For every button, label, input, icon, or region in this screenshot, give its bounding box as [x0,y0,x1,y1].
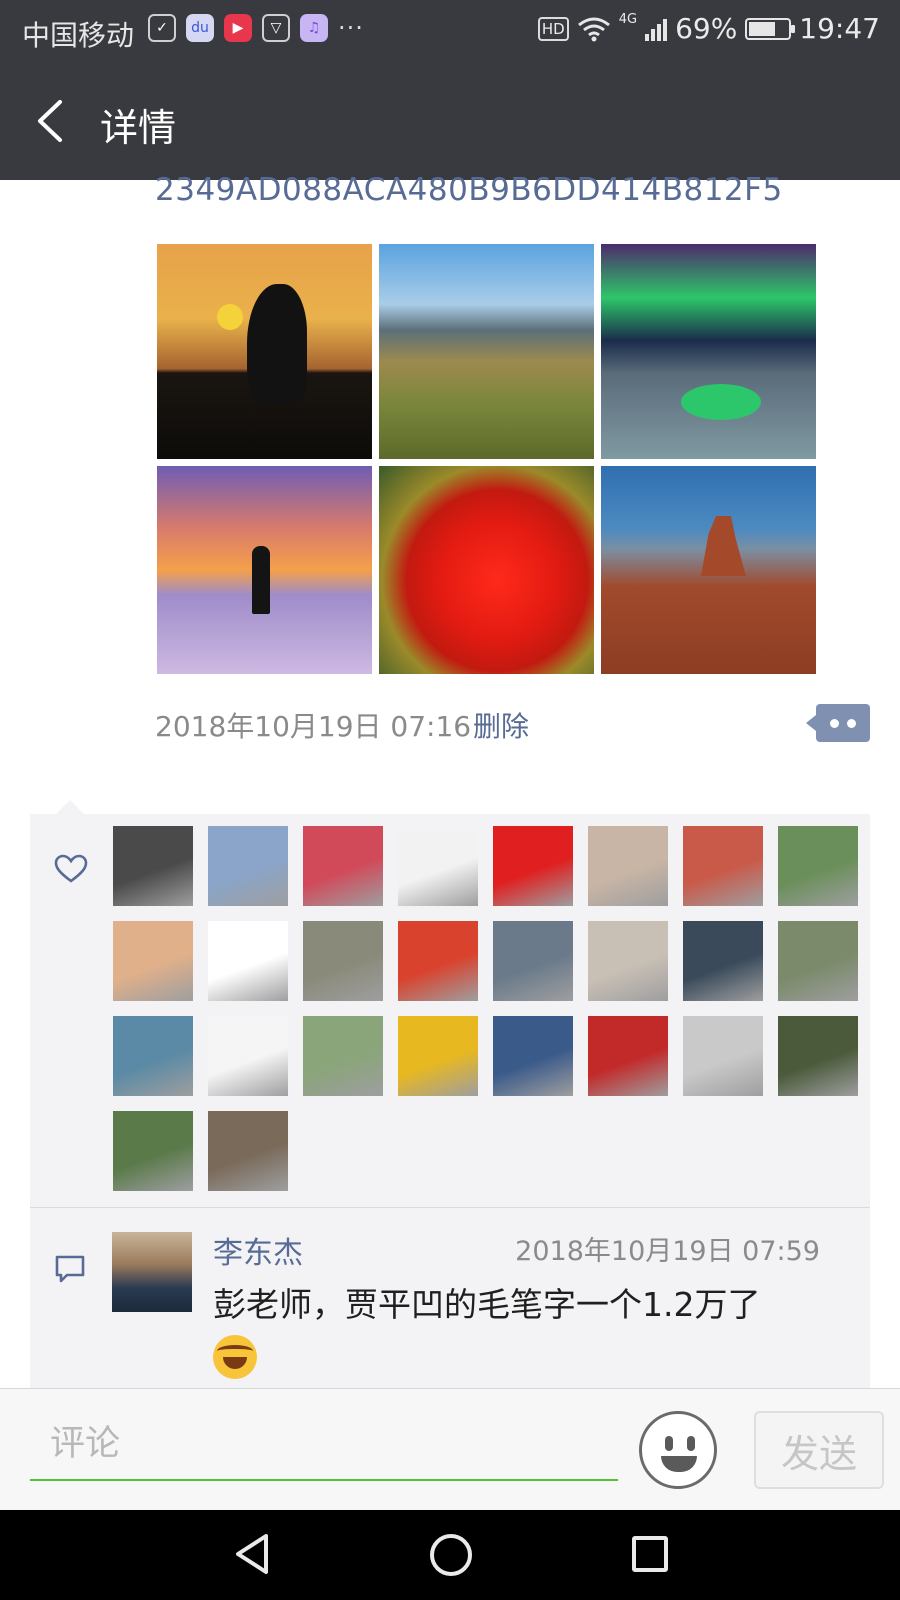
video-app-icon: ▶ [224,14,252,42]
notification-icons: ✓ du ▶ ▽ ♫ ··· [148,14,364,42]
liker-avatar[interactable] [778,1016,858,1096]
battery-icon [745,17,796,40]
heart-icon [54,854,88,883]
liker-avatar[interactable] [778,921,858,1001]
emoji-button[interactable] [639,1411,717,1489]
comment-text: 彭老师，贾平凹的毛笔字一个1.2万了 [213,1285,761,1324]
signal-icon [645,17,668,41]
liker-avatar[interactable] [398,1016,478,1096]
photo-red-maple-leaves[interactable] [379,466,594,674]
status-right: HD 4G 69% 19:47 [537,12,880,45]
liker-avatar[interactable] [493,826,573,906]
comment-timestamp: 2018年10月19日 07:59 [515,1236,820,1267]
liker-avatar[interactable] [588,921,668,1001]
liker-avatar[interactable] [113,1016,193,1096]
back-arrow-icon[interactable] [30,96,74,146]
liker-avatar[interactable] [588,826,668,906]
liker-avatar[interactable] [303,1016,383,1096]
system-nav-bar [0,1510,900,1600]
network-type: 4G [618,12,638,27]
likes-comments-panel: 李东杰 2018年10月19日 07:59 彭老师，贾平凹的毛笔字一个1.2万了 [30,800,870,1388]
system-back-icon[interactable] [232,1532,272,1576]
baidu-icon: du [186,14,214,42]
comment-icon [55,1255,85,1283]
system-recent-apps-icon[interactable] [632,1536,668,1572]
status-bar: 中国移动 ✓ du ▶ ▽ ♫ ··· HD 4G 69% 19:47 [0,0,900,62]
photo-aurora-lake[interactable] [601,244,816,459]
liker-avatar[interactable] [303,826,383,906]
post-text[interactable]: 2349AD088ACA480B9B6DD414B812F5 [155,172,783,208]
liker-avatar[interactable] [208,826,288,906]
liker-avatar[interactable] [588,1016,668,1096]
delete-link[interactable]: 删除 [473,705,529,745]
liker-avatar[interactable] [113,921,193,1001]
liker-avatar[interactable] [208,1111,288,1191]
comment-body[interactable]: 彭老师，贾平凹的毛笔字一个1.2万了 [213,1280,833,1380]
post-timestamp: 2018年10月19日 07:16 [155,710,472,743]
more-notifications-icon: ··· [338,14,364,42]
liker-avatar[interactable] [208,921,288,1001]
clock: 19:47 [799,12,880,45]
hd-icon: HD [537,16,569,41]
comment-menu-button[interactable] [806,704,870,742]
commenter-avatar[interactable] [112,1232,192,1312]
commenter-name[interactable]: 李东杰 [213,1228,303,1272]
security-icon: ✓ [148,14,176,42]
laughing-crying-emoji-icon [213,1334,257,1379]
divider [30,1207,870,1208]
system-home-icon[interactable] [430,1534,472,1576]
liker-avatar[interactable] [303,921,383,1001]
comment-input-bar: 发送 [0,1388,900,1510]
battery-percent: 69% [675,12,738,45]
shield-icon: ▽ [262,14,290,42]
liker-avatar[interactable] [683,921,763,1001]
photo-hill-town[interactable] [379,244,594,459]
liker-avatar[interactable] [398,921,478,1001]
photo-desert-butte[interactable] [601,466,816,674]
liker-avatar[interactable] [208,1016,288,1096]
photo-sunset-crane[interactable] [157,244,372,459]
liker-avatar[interactable] [113,1111,193,1191]
send-button[interactable]: 发送 [754,1411,884,1489]
liker-avatar[interactable] [493,1016,573,1096]
liker-avatar[interactable] [683,826,763,906]
carrier-label: 中国移动 [22,19,135,52]
photo-silhouette-sunset[interactable] [157,466,372,674]
comment-input[interactable] [30,1409,618,1481]
page-title: 详情 [100,106,177,150]
liker-avatar[interactable] [778,826,858,906]
nav-bar: 详情 [0,62,900,180]
liker-avatar[interactable] [493,921,573,1001]
liker-avatar[interactable] [113,826,193,906]
liker-avatar[interactable] [683,1016,763,1096]
liker-avatar[interactable] [398,826,478,906]
music-icon: ♫ [300,14,328,42]
wifi-icon [577,17,610,41]
